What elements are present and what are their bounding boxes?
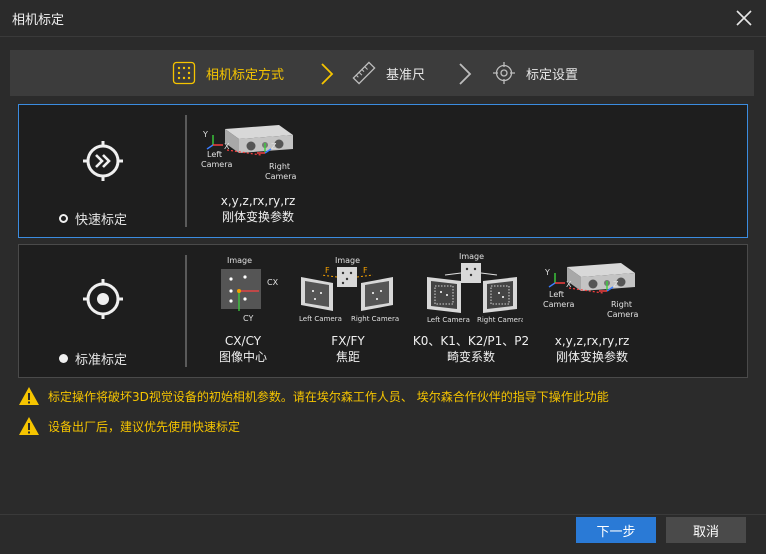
quick-calibration-option: 快速标定 xyxy=(19,105,185,237)
right-camera-label: Right Camera xyxy=(351,315,399,323)
right-camera-label-line2: Camera xyxy=(265,172,296,181)
standard-calibration-option: 标准标定 xyxy=(19,245,185,377)
title-bar: 相机标定 xyxy=(0,0,766,37)
grid-dots-icon xyxy=(172,61,196,85)
axis-label-y: Y xyxy=(202,130,208,139)
warning-message: 设备出厂后，建议优先使用快速标定 xyxy=(18,416,240,436)
axis-label-z: Z xyxy=(271,142,277,151)
radio-label: 标准标定 xyxy=(75,353,128,368)
left-camera-label: Left Camera xyxy=(427,316,470,324)
quick-item-rigid-transform: x,y,z,rx,ry,rz 刚体变换参数 xyxy=(195,193,321,225)
crosshair-icon xyxy=(493,62,515,84)
warning-text: 设备出厂后，建议优先使用快速标定 xyxy=(48,419,241,434)
left-camera-label: Left Camera xyxy=(299,315,342,323)
focal-label: F xyxy=(363,266,368,275)
axis-label-y: Y xyxy=(544,268,550,277)
cy-label: CY xyxy=(243,314,253,323)
radio-indicator xyxy=(59,214,68,223)
left-camera-label-line2: Camera xyxy=(543,300,574,309)
item-params: CX/CY xyxy=(224,334,262,348)
standard-calibration-radio[interactable]: 标准标定 xyxy=(59,349,127,368)
right-camera-label: Right Camera xyxy=(477,316,523,324)
right-camera-label-line1: Right xyxy=(611,300,632,309)
distortion-coefficients-icon: Image Left Camera Right Camera xyxy=(427,252,523,324)
next-button[interactable]: 下一步 xyxy=(576,517,656,543)
left-camera-label-line1: Left xyxy=(549,290,564,299)
step-calibration-settings: 标定设置 xyxy=(492,50,578,96)
warning-icon xyxy=(19,387,39,405)
image-center-icon: Image CX CY xyxy=(221,256,279,323)
step-bar: 相机标定方式 基准尺 标定设置 xyxy=(10,50,754,96)
warning-icon xyxy=(19,417,39,435)
right-camera-label-line2: Camera xyxy=(607,310,638,319)
standard-calibration-card[interactable]: 标准标定 Image CX CY CX/CY 图像中心 Image F F Le… xyxy=(18,244,748,378)
card-divider xyxy=(185,115,187,227)
item-params: x,y,z,rx,ry,rz xyxy=(554,334,630,348)
item-description: 刚体变换参数 xyxy=(555,350,628,364)
quick-calibration-radio[interactable]: 快速标定 xyxy=(59,209,127,228)
warning-message: 标定操作将破坏3D视觉设备的初始相机参数。请在埃尔森工作人员、 埃尔森合作伙伴的… xyxy=(18,386,609,406)
item-description: 畸变系数 xyxy=(446,350,495,364)
right-camera-label-line1: Right xyxy=(269,162,290,171)
step-reference-ruler: 基准尺 xyxy=(352,50,425,96)
step-label: 相机标定方式 xyxy=(206,67,285,83)
image-label: Image xyxy=(227,256,252,265)
axis-label-x: X xyxy=(566,280,572,289)
left-camera-label-line1: Left xyxy=(207,150,222,159)
item-description: 刚体变换参数 xyxy=(221,210,294,224)
warning-text: 标定操作将破坏3D视觉设备的初始相机参数。请在埃尔森工作人员、 埃尔森合作伙伴的… xyxy=(48,389,609,404)
cancel-button[interactable]: 取消 xyxy=(666,517,746,543)
stereo-camera-extrinsics-icon: Y X Left Camera Z Right Camera xyxy=(543,263,638,319)
focal-label: F xyxy=(325,266,330,275)
radio-indicator xyxy=(59,354,68,363)
chevron-right-icon xyxy=(321,63,334,85)
standard-item-distortion: K0、K1、K2/P1、P2 畸变系数 xyxy=(401,333,541,365)
fast-forward-target-icon xyxy=(83,141,123,181)
cx-label: CX xyxy=(267,278,279,287)
standard-item-rigid-transform: x,y,z,rx,ry,rz 刚体变换参数 xyxy=(539,333,645,365)
standard-item-image-center: CX/CY 图像中心 xyxy=(203,333,283,365)
item-params: FX/FY xyxy=(331,334,365,348)
radio-label: 快速标定 xyxy=(75,213,128,228)
axis-label-x: X xyxy=(224,142,230,151)
close-icon[interactable] xyxy=(732,6,756,30)
axis-label-z: Z xyxy=(613,280,619,289)
focal-length-icon: Image F F Left Camera Right Camera xyxy=(299,256,399,323)
ruler-icon xyxy=(352,61,376,85)
item-params: x,y,z,rx,ry,rz xyxy=(220,194,296,208)
standard-item-focal-length: FX/FY 焦距 xyxy=(303,333,393,365)
window-title: 相机标定 xyxy=(12,13,65,28)
left-camera-label-line2: Camera xyxy=(201,160,232,169)
target-icon xyxy=(83,279,123,319)
step-label: 标定设置 xyxy=(526,67,579,83)
chevron-right-icon xyxy=(459,63,472,85)
image-label: Image xyxy=(459,252,484,261)
step-calibration-mode: 相机标定方式 xyxy=(172,50,284,96)
quick-calibration-card[interactable]: 快速标定 Y X Left Camera Z Right Camera x,y,… xyxy=(18,104,748,238)
stereo-camera-extrinsics-icon: Y X Left Camera Z Right Camera xyxy=(201,125,296,181)
item-params: K0、K1、K2/P1、P2 xyxy=(412,334,530,348)
image-label: Image xyxy=(335,256,360,265)
step-label: 基准尺 xyxy=(386,67,426,83)
item-description: 图像中心 xyxy=(218,350,267,364)
card-divider xyxy=(185,255,187,367)
item-description: 焦距 xyxy=(335,350,360,364)
